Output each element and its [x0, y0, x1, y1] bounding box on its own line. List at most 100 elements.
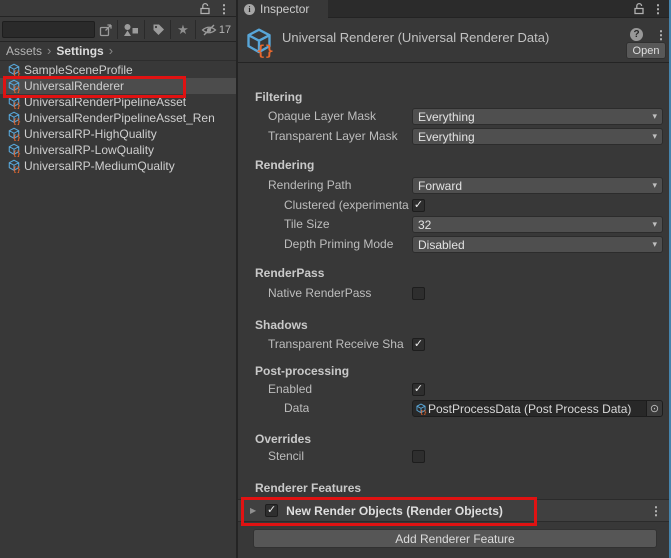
- breadcrumb-chevron-icon: ›: [47, 44, 51, 57]
- breadcrumb-settings[interactable]: Settings: [56, 44, 103, 58]
- opaque-layer-mask-label: Opaque Layer Mask: [268, 108, 376, 125]
- chevron-down-icon: ▾: [652, 132, 657, 141]
- section-post-processing: Post-processing: [255, 363, 349, 379]
- toolbar-separator: [195, 20, 196, 39]
- rendering-path-label: Rendering Path: [268, 177, 351, 194]
- tab-label: Inspector: [260, 2, 309, 16]
- clustered-label: Clustered (experimenta: [284, 197, 409, 214]
- scriptable-object-icon: [7, 79, 21, 93]
- asset-name: UniversalRP-HighQuality: [23, 127, 157, 141]
- transparent-receive-shadows-checkbox[interactable]: ✓: [412, 338, 425, 351]
- section-renderer-features: Renderer Features: [255, 480, 361, 496]
- eye-slash-icon: [201, 24, 217, 36]
- list-item[interactable]: UniversalRenderPipelineAsset_Ren: [0, 110, 236, 126]
- enabled-label: Enabled: [268, 381, 312, 398]
- scriptable-object-icon: [7, 159, 21, 173]
- breadcrumb-assets[interactable]: Assets: [6, 44, 42, 58]
- feature-name: New Render Objects (Render Objects): [286, 504, 650, 518]
- foldout-arrow-icon[interactable]: ▶: [250, 506, 256, 515]
- chevron-down-icon: ▾: [652, 220, 657, 229]
- native-renderpass-label: Native RenderPass: [268, 285, 371, 302]
- scriptable-object-icon: [7, 143, 21, 157]
- chevron-down-icon: ▾: [652, 112, 657, 121]
- list-item[interactable]: UniversalRP-MediumQuality: [0, 158, 236, 174]
- project-panel-titlebar: ⋮: [0, 0, 236, 17]
- inspector-tabbar: i Inspector ⋮: [238, 0, 671, 18]
- section-filtering: Filtering: [255, 89, 302, 105]
- transparent-receive-shadows-label: Transparent Receive Sha: [268, 336, 404, 353]
- toolbar-separator: [117, 20, 118, 39]
- asset-name: UniversalRenderer: [23, 79, 124, 93]
- object-picker-icon[interactable]: ⊙: [646, 401, 662, 416]
- tab-inspector[interactable]: i Inspector: [238, 0, 328, 18]
- search-by-type-icon[interactable]: [119, 19, 143, 40]
- list-item[interactable]: UniversalRenderer: [0, 78, 236, 94]
- inspector-menu-kebab-icon[interactable]: ⋮: [652, 3, 664, 15]
- hidden-packages-toggle[interactable]: 17: [197, 19, 235, 40]
- post-enabled-checkbox[interactable]: ✓: [412, 383, 425, 396]
- project-browser-panel: ⋮ ★ 17: [0, 0, 236, 558]
- stencil-label: Stencil: [268, 448, 304, 465]
- asset-name: SampleSceneProfile: [23, 63, 133, 77]
- asset-name: UniversalRP-MediumQuality: [23, 159, 175, 173]
- search-by-label-icon[interactable]: [146, 19, 170, 40]
- chevron-down-icon: ▾: [652, 181, 657, 190]
- list-item[interactable]: SampleSceneProfile: [0, 62, 236, 78]
- add-renderer-feature-button[interactable]: Add Renderer Feature: [253, 529, 657, 548]
- native-renderpass-checkbox[interactable]: ✓: [412, 287, 425, 300]
- section-overrides: Overrides: [255, 431, 311, 447]
- asset-name: UniversalRenderPipelineAsset_Ren: [23, 111, 215, 125]
- section-shadows: Shadows: [255, 317, 308, 333]
- unity-editor-window: ⋮ ★ 17: [0, 0, 671, 558]
- scriptable-object-icon: [7, 127, 21, 141]
- asset-name: UniversalRenderPipelineAsset: [23, 95, 186, 109]
- post-process-data-object-field[interactable]: PostProcessData (Post Process Data) ⊙: [412, 400, 663, 417]
- inspector-panel: i Inspector ⋮ Universal Renderer (Univer…: [238, 0, 671, 558]
- feature-kebab-icon[interactable]: ⋮: [650, 505, 662, 517]
- transparent-layer-mask-label: Transparent Layer Mask: [268, 128, 398, 145]
- list-item[interactable]: UniversalRP-HighQuality: [0, 126, 236, 142]
- search-input[interactable]: [2, 21, 95, 38]
- clustered-checkbox[interactable]: ✓: [412, 199, 425, 212]
- tile-size-label: Tile Size: [284, 216, 330, 233]
- breadcrumb-chevron-icon: ›: [109, 44, 113, 57]
- section-rendering: Rendering: [255, 157, 314, 173]
- list-item[interactable]: UniversalRenderPipelineAsset: [0, 94, 236, 110]
- lock-icon[interactable]: [633, 2, 645, 15]
- lock-icon[interactable]: [199, 2, 211, 15]
- transparent-layer-mask-dropdown[interactable]: Everything▾: [412, 128, 663, 145]
- scriptable-object-icon: [7, 63, 21, 77]
- data-label: Data: [284, 400, 309, 417]
- rendering-path-dropdown[interactable]: Forward▾: [412, 177, 663, 194]
- project-toolbar: ★ 17: [0, 17, 236, 42]
- project-menu-kebab-icon[interactable]: ⋮: [218, 3, 230, 15]
- page-title: Universal Renderer (Universal Renderer D…: [282, 30, 549, 45]
- asset-list: SampleSceneProfile UniversalRenderer Uni…: [0, 62, 236, 174]
- favorites-star-icon[interactable]: ★: [172, 19, 194, 40]
- scriptable-object-icon: [7, 111, 21, 125]
- scriptable-object-icon: [244, 27, 274, 58]
- header-kebab-icon[interactable]: ⋮: [655, 29, 667, 41]
- asset-name: UniversalRP-LowQuality: [23, 143, 154, 157]
- open-button[interactable]: Open: [626, 42, 666, 59]
- feature-enabled-checkbox[interactable]: ✓: [265, 504, 278, 517]
- depth-priming-mode-dropdown[interactable]: Disabled▾: [412, 236, 663, 253]
- open-search-window-icon[interactable]: [96, 19, 115, 40]
- hidden-count: 17: [219, 24, 231, 36]
- tile-size-dropdown[interactable]: 32▾: [412, 216, 663, 233]
- toolbar-separator: [144, 20, 145, 39]
- stencil-checkbox[interactable]: ✓: [412, 450, 425, 463]
- chevron-down-icon: ▾: [652, 240, 657, 249]
- help-icon[interactable]: ?: [630, 28, 643, 41]
- opaque-layer-mask-dropdown[interactable]: Everything▾: [412, 108, 663, 125]
- scriptable-object-icon: [7, 95, 21, 109]
- toolbar-separator: [170, 20, 171, 39]
- breadcrumb: Assets › Settings ›: [0, 42, 236, 61]
- list-item[interactable]: UniversalRP-LowQuality: [0, 142, 236, 158]
- scriptable-object-icon: [415, 403, 427, 415]
- renderer-feature-row[interactable]: ▶ ✓ New Render Objects (Render Objects) …: [238, 499, 671, 522]
- info-icon: i: [244, 4, 255, 15]
- inspector-header: Universal Renderer (Universal Renderer D…: [238, 18, 671, 63]
- section-renderpass: RenderPass: [255, 265, 324, 281]
- depth-priming-mode-label: Depth Priming Mode: [284, 236, 393, 253]
